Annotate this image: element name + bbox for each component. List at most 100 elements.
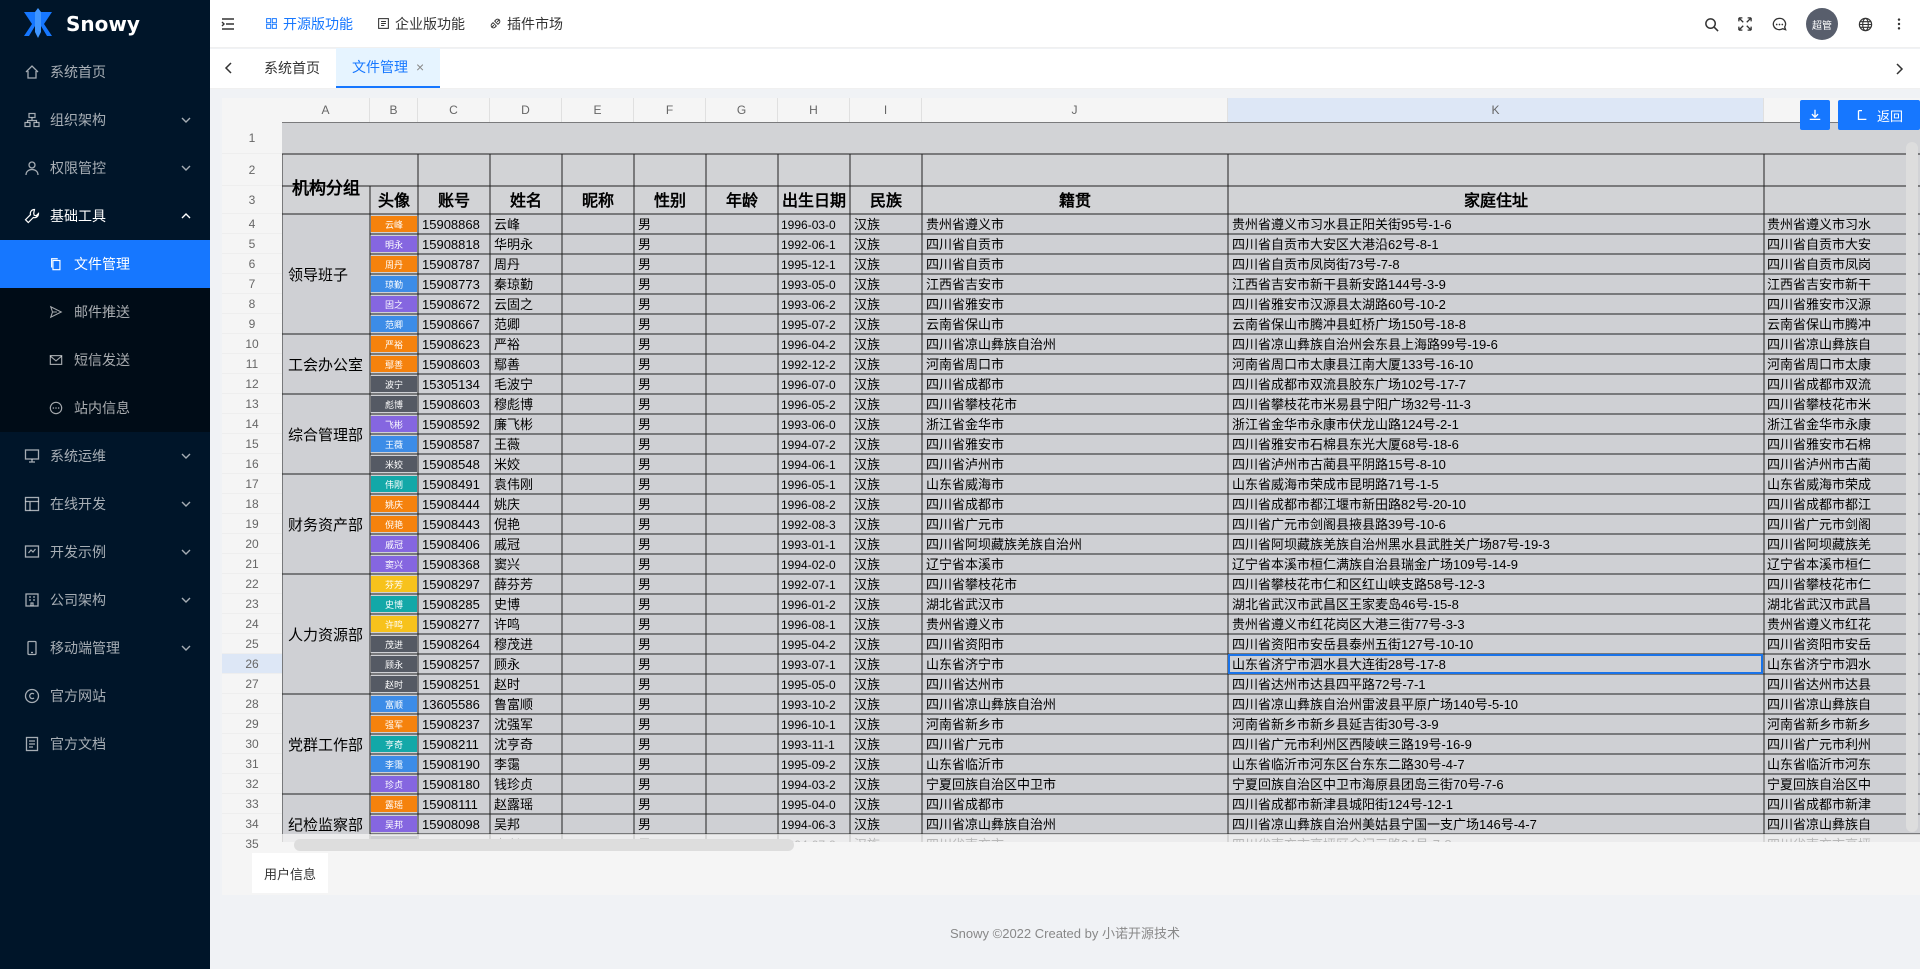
top-nav-item-0[interactable]: 开源版功能: [253, 0, 365, 48]
row-header[interactable]: 5: [222, 234, 282, 254]
menu-item-7[interactable]: 公司架构: [0, 576, 210, 624]
menu-item-4[interactable]: 系统运维: [0, 432, 210, 480]
row-header[interactable]: 18: [222, 494, 282, 514]
column-header[interactable]: D: [490, 98, 562, 122]
sheet-tab-user-info[interactable]: 用户信息: [252, 853, 329, 893]
row-header[interactable]: 19: [222, 514, 282, 534]
cell-text: 1996-01-2: [781, 598, 836, 612]
row-header[interactable]: 13: [222, 394, 282, 414]
tab-1[interactable]: 文件管理 ×: [336, 48, 441, 88]
row-header[interactable]: 25: [222, 634, 282, 654]
row-header[interactable]: 32: [222, 774, 282, 794]
row-header[interactable]: 4: [222, 214, 282, 234]
row-header[interactable]: 16: [222, 454, 282, 474]
cell-text: 姓名: [510, 191, 542, 210]
row-header[interactable]: 27: [222, 674, 282, 694]
submenu-item-2[interactable]: 短信发送: [0, 336, 210, 384]
row-header[interactable]: 35: [222, 834, 282, 853]
menu-item-0[interactable]: 系统首页: [0, 48, 210, 96]
cell-text: 1994-06-1: [781, 458, 836, 472]
menu-item-5[interactable]: 在线开发: [0, 480, 210, 528]
menu-item-10[interactable]: 官方文档: [0, 720, 210, 768]
row-header[interactable]: 3: [222, 186, 282, 214]
search-button[interactable]: [1694, 0, 1728, 48]
row-header[interactable]: 22: [222, 574, 282, 594]
cell-text: 四川省广元市: [926, 737, 1004, 752]
menu-item-3[interactable]: 基础工具: [0, 192, 210, 240]
row-header[interactable]: 14: [222, 414, 282, 434]
menu-item-2[interactable]: 权限管控: [0, 144, 210, 192]
row-header[interactable]: 1: [222, 122, 282, 154]
vertical-scrollbar[interactable]: [1906, 142, 1918, 832]
column-header[interactable]: E: [562, 98, 634, 122]
row-header[interactable]: 11: [222, 354, 282, 374]
menu-item-6[interactable]: 开发示例: [0, 528, 210, 576]
tab-0[interactable]: 系统首页: [248, 48, 336, 88]
submenu-item-0[interactable]: 文件管理: [0, 240, 210, 288]
column-header[interactable]: H: [778, 98, 850, 122]
row-header[interactable]: 10: [222, 334, 282, 354]
tabs-scroll-left-button[interactable]: [210, 48, 248, 88]
menu-item-1[interactable]: 组织架构: [0, 96, 210, 144]
column-header[interactable]: I: [850, 98, 922, 122]
row-header[interactable]: 34: [222, 814, 282, 834]
cell-text: 贵州省遵义市习水: [1767, 217, 1871, 232]
cell-text: 男: [638, 817, 651, 832]
column-header[interactable]: C: [418, 98, 490, 122]
cell-text: 辽宁省本溪市: [926, 557, 1004, 572]
menu-item-8[interactable]: 移动端管理: [0, 624, 210, 672]
chevron-up-icon: [181, 213, 191, 219]
app-root: Snowy 系统首页 组织架构 权限管控 基础工具 文件管理 邮件推送 短信发送 站内信息 系统…: [0, 0, 1920, 969]
row-header[interactable]: 29: [222, 714, 282, 734]
download-button[interactable]: [1800, 100, 1830, 130]
top-nav-item-1[interactable]: 企业版功能: [365, 0, 477, 48]
row-header[interactable]: 12: [222, 374, 282, 394]
column-header[interactable]: G: [706, 98, 778, 122]
column-header[interactable]: J: [922, 98, 1228, 122]
cell-text: 宁夏回族自治区中: [1767, 777, 1871, 792]
row-header[interactable]: 15: [222, 434, 282, 454]
column-header[interactable]: A: [282, 98, 370, 122]
back-button[interactable]: 返回: [1838, 100, 1920, 130]
submenu-item-1[interactable]: 邮件推送: [0, 288, 210, 336]
row-header[interactable]: 8: [222, 294, 282, 314]
language-button[interactable]: [1848, 0, 1882, 48]
submenu-item-3[interactable]: 站内信息: [0, 384, 210, 432]
row-header[interactable]: 26: [222, 654, 282, 674]
row-header[interactable]: 30: [222, 734, 282, 754]
row-header[interactable]: 17: [222, 474, 282, 494]
row-header[interactable]: 33: [222, 794, 282, 814]
menu-item-9[interactable]: 官方网站: [0, 672, 210, 720]
more-button[interactable]: [1882, 0, 1916, 48]
user-avatar[interactable]: 超管: [1806, 8, 1838, 40]
row-header[interactable]: 9: [222, 314, 282, 334]
cell-text: 综合管理部: [288, 427, 363, 444]
row-header[interactable]: 2: [222, 154, 282, 186]
cell-text: 吴邦: [494, 817, 520, 832]
tabs-scroll-right-button[interactable]: [1884, 49, 1914, 89]
logo[interactable]: Snowy: [0, 0, 210, 48]
top-nav-item-2[interactable]: 插件市场: [477, 0, 575, 48]
column-header[interactable]: K: [1228, 98, 1764, 122]
row-header[interactable]: 20: [222, 534, 282, 554]
row-header[interactable]: 21: [222, 554, 282, 574]
fullscreen-button[interactable]: [1728, 0, 1762, 48]
row-header[interactable]: 6: [222, 254, 282, 274]
spreadsheet-grid[interactable]: 机构分组头像 账号 姓名 昵称 性别 年龄 出生日期 民族 籍贯 家庭住址领导班子工会办公室综合管…: [282, 122, 1920, 842]
row-header[interactable]: 24: [222, 614, 282, 634]
menu-fold-button[interactable]: [210, 0, 253, 48]
cell-text: 沈强军: [494, 717, 533, 732]
column-header[interactable]: B: [370, 98, 418, 122]
tab-close-icon[interactable]: ×: [416, 59, 424, 75]
cell-text: 四川省达州市: [926, 677, 1004, 692]
menu-icon-wrap: [24, 592, 40, 608]
message-button[interactable]: [1762, 0, 1796, 48]
horizontal-scrollbar[interactable]: [294, 839, 794, 851]
cell-text: 四川省自贡市凤岗街73号-7-8: [1232, 257, 1400, 272]
row-header[interactable]: 28: [222, 694, 282, 714]
cell-text: 男: [638, 757, 651, 772]
column-header[interactable]: F: [634, 98, 706, 122]
row-header[interactable]: 7: [222, 274, 282, 294]
row-header[interactable]: 31: [222, 754, 282, 774]
row-header[interactable]: 23: [222, 594, 282, 614]
